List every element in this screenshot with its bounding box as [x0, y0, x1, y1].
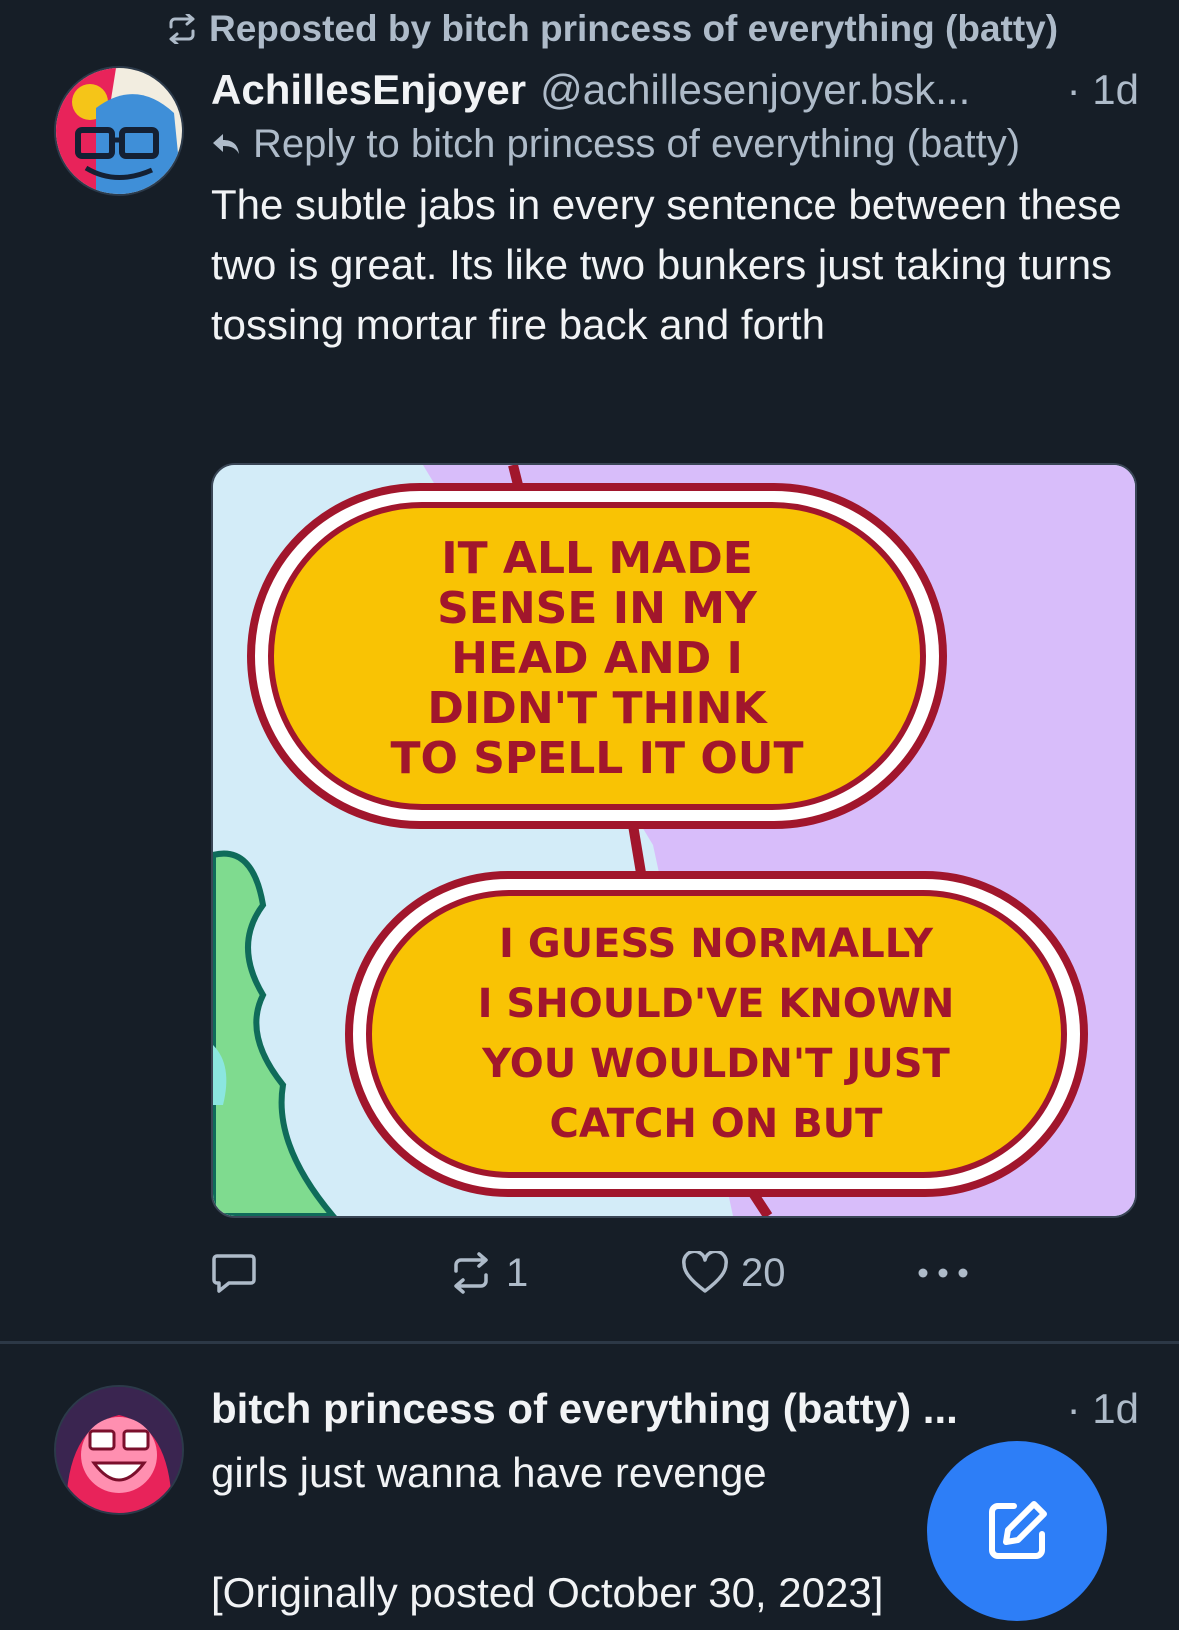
- more-options-button[interactable]: [916, 1266, 970, 1280]
- avatar-illustration: [56, 68, 182, 194]
- post-actions: 1 20: [211, 1248, 971, 1298]
- comic-panel: IT ALL MADE SENSE IN MY HEAD AND I DIDN'…: [213, 465, 1135, 1216]
- like-button[interactable]: 20: [681, 1251, 786, 1296]
- repost-icon: [169, 14, 195, 44]
- avatar-illustration: [56, 1387, 182, 1513]
- repost-label: Reposted by bitch princess of everything…: [209, 8, 1059, 49]
- avatar[interactable]: [54, 1385, 184, 1515]
- bubble1-line-5: TO SPELL IT OUT: [391, 733, 804, 784]
- comment-icon: [212, 1254, 256, 1293]
- bubble2-line-4: CATCH ON BUT: [550, 1101, 884, 1147]
- compose-icon: [989, 1501, 1047, 1559]
- post-divider: [0, 1341, 1179, 1344]
- author-handle[interactable]: @achillesenjoyer.bsk...: [540, 66, 1047, 114]
- repost-button[interactable]: 1: [448, 1251, 528, 1296]
- author-name[interactable]: AchillesEnjoyer: [211, 66, 526, 114]
- bubble1-line-3: HEAD AND I: [451, 633, 743, 684]
- bubble1-line-4: DIDN'T THINK: [427, 683, 768, 734]
- post-text: The subtle jabs in every sentence betwee…: [211, 181, 1122, 348]
- reply-to-label: Reply to bitch princess of everything (b…: [253, 122, 1021, 166]
- post-timestamp[interactable]: · 1d: [1047, 66, 1139, 114]
- bubble2-line-1: I GUESS NORMALLY: [499, 921, 934, 967]
- post-header: bitch princess of everything (batty) ...…: [211, 1385, 1139, 1433]
- reply-arrow-icon: [213, 133, 239, 154]
- reply-button[interactable]: [211, 1252, 269, 1294]
- post-content: AchillesEnjoyer @achillesenjoyer.bsk... …: [211, 66, 1139, 355]
- author-name[interactable]: bitch princess of everything (batty) ...: [211, 1385, 1047, 1433]
- heart-icon: [682, 1251, 728, 1293]
- bubble2-line-3: YOU WOULDN'T JUST: [481, 1041, 950, 1087]
- repost-icon: [454, 1252, 488, 1294]
- like-count: 20: [741, 1250, 786, 1295]
- compose-button[interactable]: [927, 1441, 1107, 1621]
- more-icon: [918, 1268, 968, 1278]
- repost-indicator[interactable]: Reposted by bitch princess of everything…: [165, 8, 1159, 50]
- bubble2-line-2: I SHOULD'VE KNOWN: [478, 981, 955, 1027]
- bubble1-line-1: IT ALL MADE: [441, 533, 753, 584]
- post-header: AchillesEnjoyer @achillesenjoyer.bsk... …: [211, 66, 1139, 114]
- reply-to-indicator[interactable]: Reply to bitch princess of everything (b…: [211, 122, 1139, 167]
- post-image[interactable]: IT ALL MADE SENSE IN MY HEAD AND I DIDN'…: [211, 463, 1137, 1218]
- post-timestamp[interactable]: · 1d: [1047, 1385, 1139, 1433]
- bubble1-line-2: SENSE IN MY: [437, 583, 758, 634]
- avatar[interactable]: [54, 66, 184, 196]
- repost-count: 1: [506, 1250, 529, 1295]
